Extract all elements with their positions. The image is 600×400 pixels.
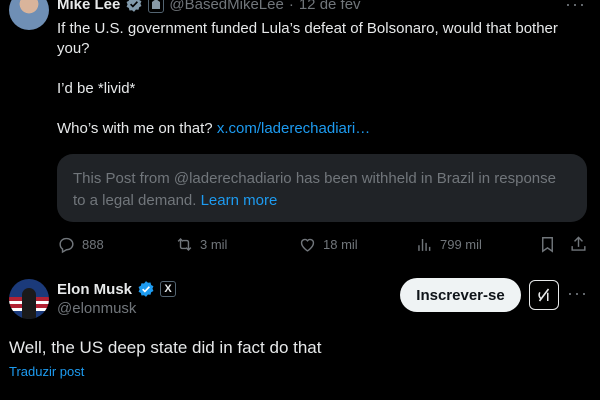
more-icon[interactable]: ···: [565, 0, 586, 15]
avatar-figure: [22, 288, 36, 319]
views-icon: [418, 238, 431, 251]
reply-button[interactable]: 888: [57, 232, 104, 256]
author-name[interactable]: Mike Lee: [57, 0, 120, 13]
verified-icon[interactable]: [137, 280, 155, 298]
views-count: 799 mil: [440, 236, 482, 252]
affiliate-badge[interactable]: X: [160, 281, 177, 297]
government-badge-icon: [148, 0, 165, 13]
withheld-notice: This Post from @laderechadiario has been…: [57, 154, 587, 222]
grok-button[interactable]: [529, 280, 559, 310]
avatar[interactable]: [9, 279, 49, 319]
share-icon: [571, 235, 586, 251]
like-count: 18 mil: [323, 236, 358, 252]
tweet-text: If the U.S. government funded Lula’s def…: [57, 19, 587, 139]
author-handle[interactable]: @BasedMikeLee: [169, 0, 283, 13]
grok-icon: [538, 288, 550, 302]
more-icon[interactable]: ···: [567, 283, 588, 304]
like-button[interactable]: 18 mil: [298, 232, 358, 256]
repost-icon: [177, 237, 192, 251]
tweet-thread: Mike Lee @BasedMikeLee · 12 de fev ··· I…: [0, 0, 600, 400]
subscribe-button[interactable]: Inscrever-se: [400, 278, 521, 312]
avatar[interactable]: [9, 0, 49, 30]
tweet-text-line: Who’s with me on that? x.com/laderechadi…: [57, 119, 587, 139]
bookmark-button[interactable]: [538, 232, 557, 256]
learn-more-link[interactable]: Learn more: [201, 192, 278, 209]
tweet-text-line: If the U.S. government funded Lula’s def…: [57, 20, 558, 57]
bookmark-icon: [542, 236, 553, 253]
withheld-text: This Post from @laderechadiario has been…: [73, 170, 556, 209]
separator: ·: [288, 0, 294, 13]
author-name[interactable]: Elon Musk: [57, 281, 132, 298]
verified-icon[interactable]: [125, 0, 143, 13]
reply-count: 888: [82, 236, 104, 252]
author-handle[interactable]: @elonmusk: [57, 300, 136, 317]
tweet-text-line: I’d be *livid*: [57, 80, 136, 97]
repost-button[interactable]: 3 mil: [175, 232, 227, 256]
share-button[interactable]: [569, 232, 588, 256]
tweet-header: Elon Musk X: [57, 279, 177, 299]
tweet-date[interactable]: 12 de fev: [299, 0, 361, 13]
translate-link[interactable]: Traduzir post: [9, 364, 84, 379]
tweet-header: Mike Lee @BasedMikeLee · 12 de fev: [57, 0, 361, 14]
like-icon: [300, 238, 315, 252]
views-button[interactable]: 799 mil: [415, 232, 482, 256]
tweet-text-prefix: Who’s with me on that?: [57, 120, 217, 137]
tweet-text: Well, the US deep state did in fact do t…: [9, 338, 322, 357]
reply-icon: [59, 237, 74, 253]
tweet-link[interactable]: x.com/laderechadiari…: [217, 120, 370, 137]
tweet-actions: 888 3 mil 18 mil 799 mil: [57, 232, 590, 256]
repost-count: 3 mil: [200, 236, 228, 252]
